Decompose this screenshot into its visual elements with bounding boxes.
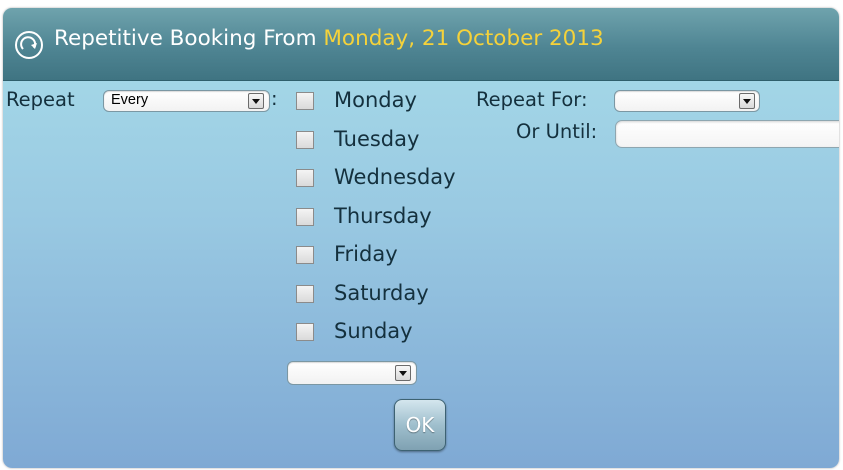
ok-button[interactable]: OK	[394, 399, 446, 451]
day-checkbox[interactable]	[296, 246, 314, 264]
dialog-title: Repetitive Booking From Monday, 21 Octob…	[54, 26, 604, 51]
day-checkbox-label[interactable]: Monday	[334, 88, 417, 112]
day-checkbox[interactable]	[296, 92, 314, 110]
repetitive-booking-dialog: Repetitive Booking From Monday, 21 Octob…	[3, 8, 839, 468]
repeat-label: Repeat	[6, 88, 75, 111]
day-checkbox[interactable]	[296, 208, 314, 226]
title-prefix: Repetitive Booking From	[54, 26, 317, 51]
dialog-title-bar: Repetitive Booking From Monday, 21 Octob…	[3, 8, 839, 81]
chevron-down-icon[interactable]	[248, 93, 264, 109]
title-date: Monday, 21 October 2013	[323, 26, 604, 51]
repeat-mode-value: Every	[111, 92, 149, 108]
or-until-date-field[interactable]	[615, 120, 839, 148]
repeat-for-label: Repeat For:	[476, 88, 588, 111]
repeat-mode-select[interactable]: Every	[103, 90, 270, 112]
chevron-down-icon[interactable]	[395, 365, 411, 381]
day-checkbox[interactable]	[296, 323, 314, 341]
day-checkbox[interactable]	[296, 131, 314, 149]
repeat-for-select[interactable]	[614, 90, 760, 112]
or-until-label: Or Until:	[516, 120, 598, 143]
day-checkbox-label[interactable]: Saturday	[334, 281, 429, 305]
repeat-colon: :	[271, 87, 278, 110]
week-interval-select[interactable]	[287, 361, 417, 385]
day-checkbox-label[interactable]: Thursday	[334, 204, 432, 228]
day-checkbox[interactable]	[296, 285, 314, 303]
chevron-down-icon[interactable]	[739, 93, 755, 109]
day-checkbox-label[interactable]: Tuesday	[334, 127, 419, 151]
day-checkbox-label[interactable]: Sunday	[334, 319, 413, 343]
day-checkbox-label[interactable]: Friday	[334, 242, 398, 266]
day-checkbox[interactable]	[296, 169, 314, 187]
repeat-circle-icon	[15, 31, 43, 59]
day-checkbox-label[interactable]: Wednesday	[334, 165, 456, 189]
